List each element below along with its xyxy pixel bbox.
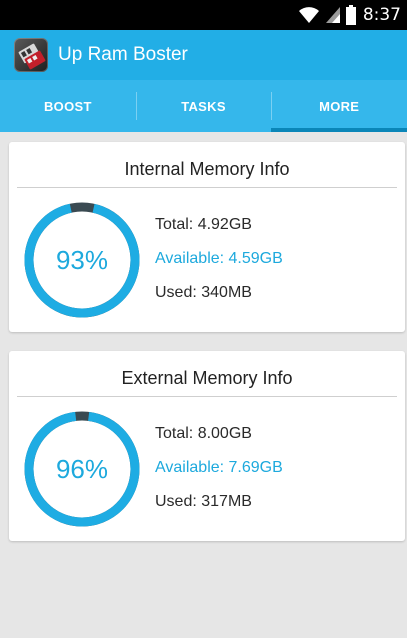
- internal-memory-percent: 93%: [55, 244, 109, 275]
- internal-memory-total: Total: 4.92GB: [155, 216, 252, 233]
- external-memory-ring: 96%: [23, 410, 141, 528]
- external-memory-used: Used: 317MB: [155, 493, 252, 510]
- tab-bar: BOOST TASKS MORE: [0, 80, 407, 132]
- status-bar: 8:37: [0, 0, 407, 30]
- app-title: Up Ram Boster: [58, 44, 188, 65]
- external-memory-percent: 96%: [55, 453, 109, 484]
- external-memory-card: External Memory Info 96% Total: 8.00GB A…: [9, 351, 405, 541]
- action-bar: Up Ram Boster: [0, 30, 407, 80]
- internal-memory-title: Internal Memory Info: [124, 159, 290, 179]
- status-time: 8:37: [362, 5, 401, 25]
- internal-memory-ring: 93%: [23, 201, 141, 319]
- signal-icon: [325, 7, 340, 23]
- external-memory-total: Total: 8.00GB: [155, 425, 252, 442]
- tab-more[interactable]: MORE: [271, 80, 407, 132]
- tab-boost[interactable]: BOOST: [0, 80, 136, 132]
- ram-chip-icon[interactable]: [14, 38, 48, 72]
- internal-memory-card: Internal Memory Info 93% Total: 4.92GB A…: [9, 142, 405, 332]
- battery-icon: [345, 5, 356, 25]
- wifi-icon: [298, 7, 319, 23]
- external-memory-title: External Memory Info: [121, 368, 293, 388]
- tab-tasks[interactable]: TASKS: [135, 80, 272, 132]
- internal-memory-used: Used: 340MB: [155, 284, 252, 301]
- card-divider: [17, 396, 397, 397]
- external-memory-available: Available: 7.69GB: [155, 459, 283, 476]
- card-divider: [17, 187, 397, 188]
- internal-memory-available: Available: 4.59GB: [155, 250, 283, 267]
